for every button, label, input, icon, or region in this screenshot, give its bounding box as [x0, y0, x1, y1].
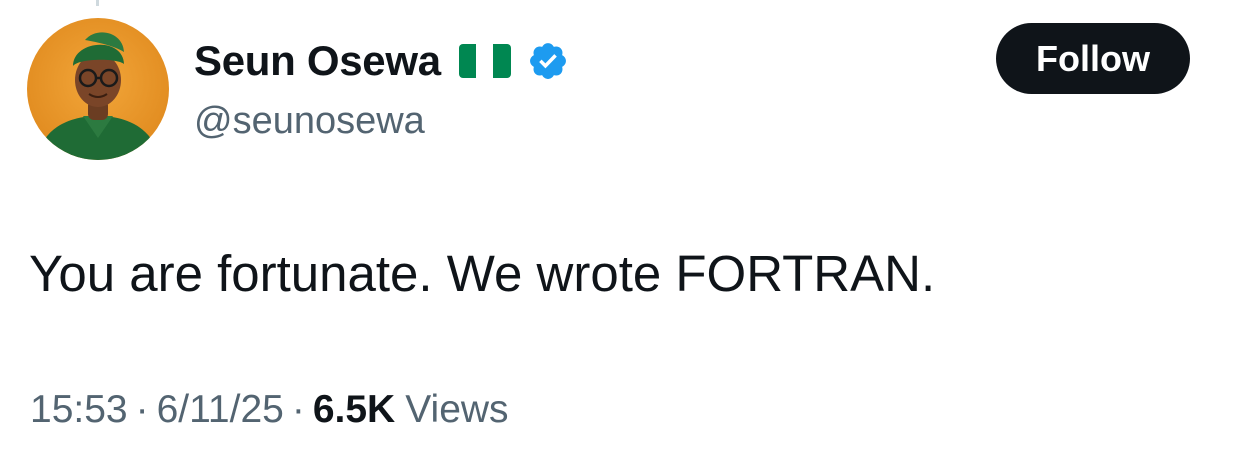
meta-separator: · — [291, 388, 305, 431]
nigeria-flag-icon — [458, 44, 511, 78]
views-label: Views — [405, 388, 509, 431]
follow-button[interactable]: Follow — [996, 23, 1190, 94]
thread-connector-line — [96, 0, 99, 6]
avatar[interactable] — [27, 18, 169, 160]
tweet-text: You are fortunate. We wrote FORTRAN. — [29, 245, 936, 302]
tweet-date[interactable]: 6/11/25 — [157, 388, 284, 432]
views-count[interactable]: 6.5K — [313, 388, 395, 432]
author-display-name[interactable]: Seun Osewa — [194, 37, 441, 85]
verified-badge-icon[interactable] — [527, 40, 569, 82]
author-name-row: Seun Osewa — [194, 36, 569, 86]
author-handle[interactable]: @seunosewa — [194, 100, 425, 143]
avatar-illustration — [27, 18, 169, 160]
tweet-metadata: 15:53 · 6/11/25 · 6.5K Views — [30, 388, 509, 432]
meta-separator: · — [135, 388, 149, 431]
tweet-time[interactable]: 15:53 — [30, 388, 128, 432]
